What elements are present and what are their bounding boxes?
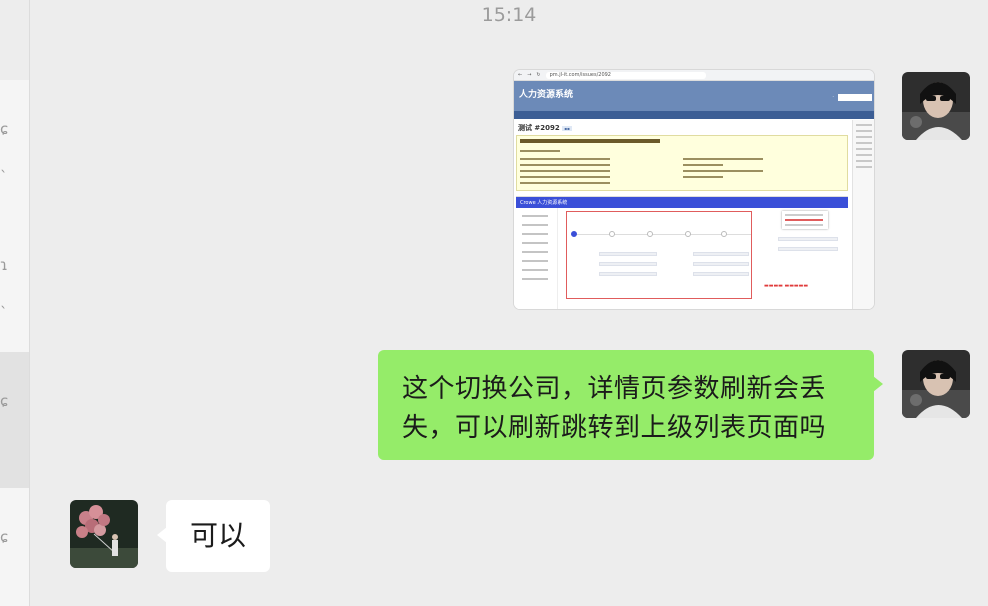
screenshot-right-panel: [852, 120, 874, 309]
contact-text-message[interactable]: 可以: [157, 500, 270, 572]
screenshot-embedded-header: Crowe 人力资源系统: [516, 197, 848, 208]
message-timestamp: 15:14: [481, 4, 537, 26]
conversation-item-glyph: ɿ: [0, 256, 8, 274]
screenshot-search-box: [838, 94, 872, 101]
message-text-line: 这个切换公司，详情页参数刷新会丢: [402, 374, 827, 404]
contact-avatar[interactable]: [70, 500, 138, 568]
screenshot-embedded-app: Crowe 人力资源系统 ▬▬▬▬ ▬▬▬▬▬: [516, 196, 848, 309]
self-avatar[interactable]: [902, 72, 970, 140]
screenshot-issue-body: 测试 #2092 ▪▪ Crowe 人力资源系统 ▬▬▬▬ ▬▬▬▬▬: [514, 120, 850, 309]
conversation-list-header: [0, 0, 29, 80]
reload-icon: ↻: [536, 72, 541, 78]
screenshot-browser-bar: ← → ↻ pm.jl-it.com/issues/2092: [514, 70, 874, 81]
screenshot-embedded-sidebar: [516, 208, 558, 309]
conversation-item-glyph: ˋ: [0, 304, 8, 322]
conversation-item-glyph: ɕ: [0, 120, 9, 138]
screenshot-tab-bar: [514, 111, 874, 126]
message-text-line: 失，可以刷新跳转到上级列表页面吗: [402, 413, 827, 443]
conversation-item-glyph: ˋ: [0, 168, 8, 186]
screenshot-company-switch-popup: [782, 211, 828, 229]
conversation-item-selected[interactable]: [0, 352, 29, 488]
screenshot-red-note: ▬▬▬▬ ▬▬▬▬▬: [764, 283, 809, 289]
screenshot-highlight-panel: [566, 211, 752, 299]
screenshot-search-label: ·: [832, 94, 834, 100]
conversation-item-glyph: ɕ: [0, 392, 9, 410]
forward-icon: →: [527, 72, 532, 78]
back-icon: ←: [518, 72, 523, 78]
screenshot-app-title: 人力资源系统: [519, 90, 574, 100]
self-avatar[interactable]: [902, 350, 970, 418]
conversation-list-strip[interactable]: ɕ ˋ ɿ ˋ ɕ ɕ: [0, 0, 30, 606]
screenshot-issue-title: 测试 #2092 ▪▪: [518, 124, 572, 132]
self-text-message[interactable]: 这个切换公司，详情页参数刷新会丢 失，可以刷新跳转到上级列表页面吗: [378, 350, 883, 460]
screenshot-app-header: 人力资源系统 ·: [514, 81, 874, 111]
conversation-item-glyph: ɕ: [0, 528, 9, 546]
screenshot-issue-details: [516, 135, 848, 191]
image-message[interactable]: ← → ↻ pm.jl-it.com/issues/2092 人力资源系统 · …: [514, 70, 874, 309]
screenshot-url: pm.jl-it.com/issues/2092: [545, 71, 706, 79]
